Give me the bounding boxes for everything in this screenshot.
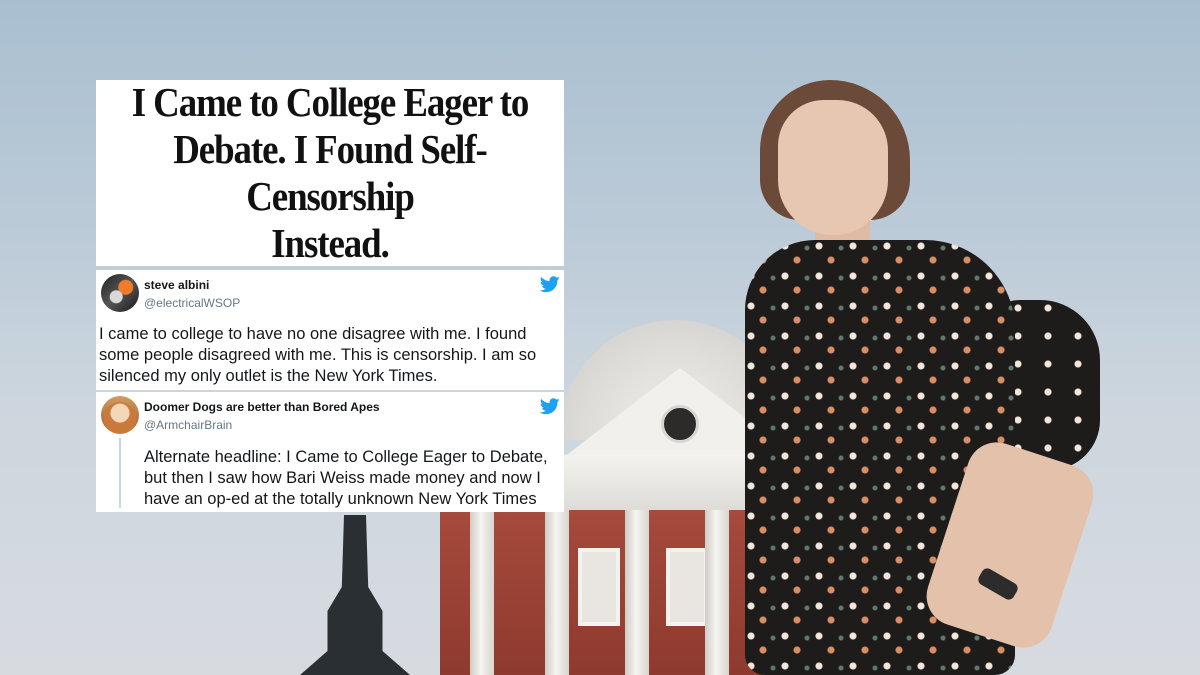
twitter-bird-icon bbox=[540, 276, 560, 293]
person-face bbox=[778, 100, 888, 235]
tweet-text: Alternate headline: I Came to College Ea… bbox=[144, 448, 548, 508]
user-handle[interactable]: @ArmchairBrain bbox=[144, 418, 232, 432]
headline-line-3: Instead. bbox=[271, 220, 390, 266]
headline-line-1: I Came to College Eager to bbox=[131, 79, 530, 125]
rotunda-column bbox=[705, 510, 729, 675]
clock-icon bbox=[661, 405, 699, 443]
headline-card: I Came to College Eager to Debate. I Fou… bbox=[96, 79, 564, 267]
headline-line-2: Debate. I Found Self-Censorship bbox=[173, 126, 488, 219]
headline-text: I Came to College Eager to Debate. I Fou… bbox=[130, 79, 530, 267]
tweet-card[interactable]: Doomer Dogs are better than Bored Apes @… bbox=[96, 392, 564, 512]
twitter-bird-icon bbox=[540, 398, 560, 415]
avatar[interactable] bbox=[101, 396, 139, 434]
user-name[interactable]: steve albini bbox=[144, 278, 209, 292]
rotunda-column bbox=[470, 510, 494, 675]
rotunda-window bbox=[578, 548, 620, 626]
rotunda-column bbox=[625, 510, 649, 675]
rotunda-column bbox=[545, 510, 569, 675]
tweet-card[interactable]: steve albini @electricalWSOP I came to c… bbox=[96, 270, 564, 390]
rotunda-window bbox=[666, 548, 708, 626]
statue bbox=[300, 515, 410, 675]
avatar[interactable] bbox=[101, 274, 139, 312]
thread-line bbox=[119, 438, 121, 508]
user-handle[interactable]: @electricalWSOP bbox=[144, 296, 240, 310]
user-name[interactable]: Doomer Dogs are better than Bored Apes bbox=[144, 400, 380, 414]
tweet-text: I came to college to have no one disagre… bbox=[99, 325, 537, 385]
